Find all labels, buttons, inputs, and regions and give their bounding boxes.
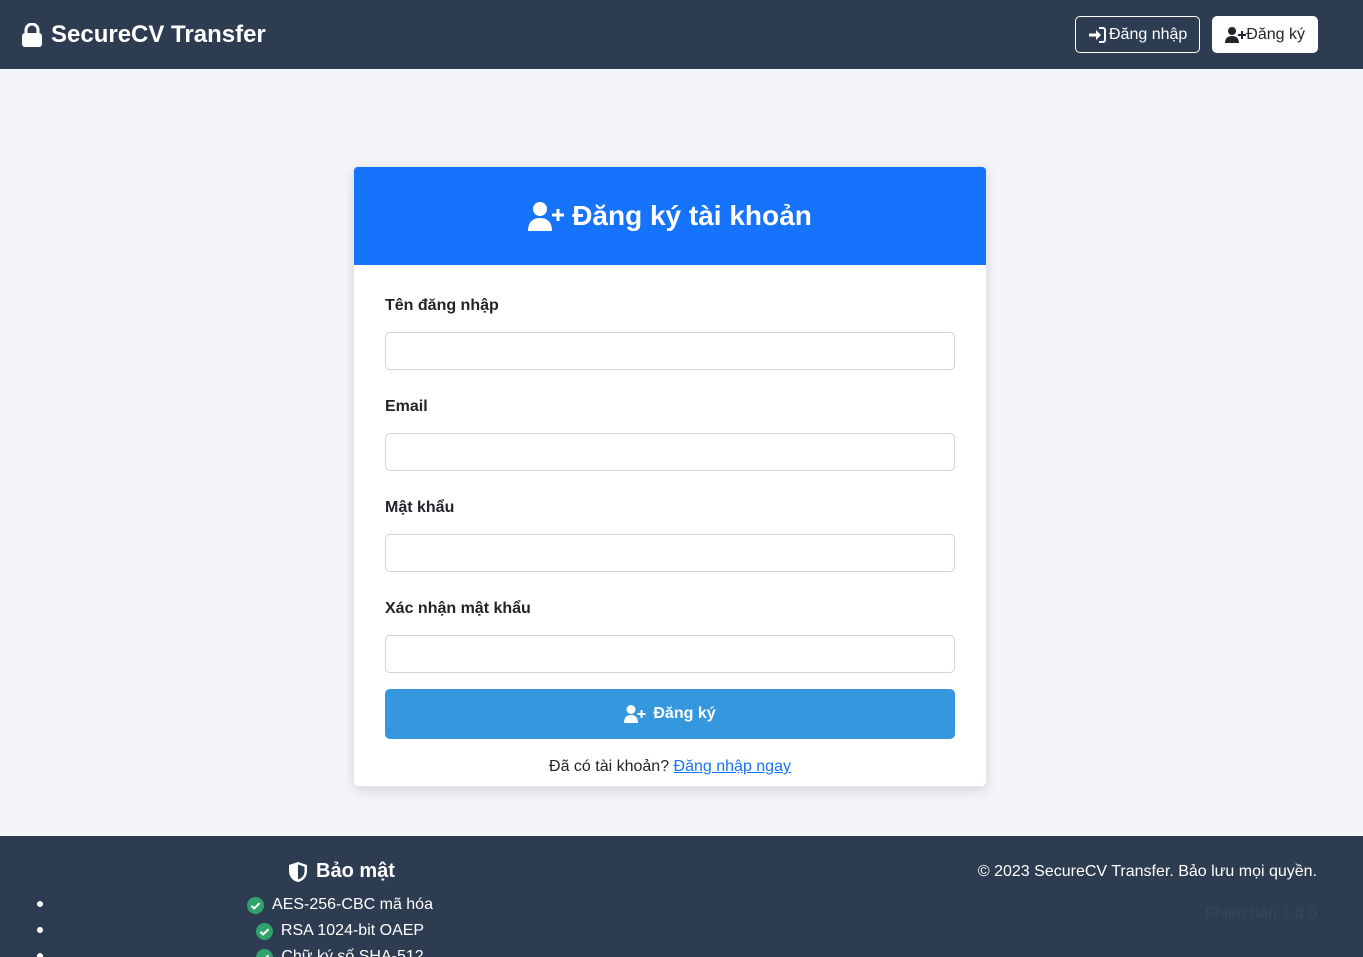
username-input[interactable] — [385, 332, 955, 370]
user-plus-icon — [1225, 26, 1247, 43]
security-title-text: Bảo mật — [316, 860, 395, 882]
register-button[interactable]: Đăng ký — [1212, 16, 1318, 53]
security-item-text: Chữ ký số SHA-512 — [281, 948, 424, 957]
register-card: Đăng ký tài khoản Tên đăng nhập Email Mậ… — [353, 166, 987, 787]
security-item-text: AES-256-CBC mã hóa — [272, 896, 433, 913]
lock-icon — [21, 22, 43, 47]
password-input[interactable] — [385, 534, 955, 572]
confirm-password-label: Xác nhận mật khẩu — [385, 600, 531, 617]
nav-actions: Đăng nhập Đăng ký — [1075, 16, 1318, 53]
check-circle-icon — [247, 896, 265, 914]
email-input[interactable] — [385, 433, 955, 471]
copyright-text: © 2023 SecureCV Transfer. Bảo lưu mọi qu… — [977, 863, 1317, 880]
card-title: Đăng ký tài khoản — [572, 200, 812, 231]
user-plus-icon — [624, 705, 646, 723]
brand-name: SecureCV Transfer — [51, 20, 266, 48]
password-label: Mật khẩu — [385, 499, 455, 516]
security-item-text: RSA 1024-bit OAEP — [280, 922, 425, 939]
login-prompt: Đã có tài khoản? Đăng nhập ngay — [385, 758, 955, 776]
check-circle-icon — [255, 922, 273, 940]
login-now-link[interactable]: Đăng nhập ngay — [674, 758, 791, 775]
footer: Bảo mật AES-256-CBC mã hóa RSA 1024-bit … — [0, 836, 1363, 957]
card-header: Đăng ký tài khoản — [354, 167, 986, 265]
security-item: AES-256-CBC mã hóa — [0, 892, 680, 918]
login-prompt-text: Đã có tài khoản? — [549, 758, 670, 775]
sign-in-icon — [1088, 26, 1106, 43]
register-form: Tên đăng nhập Email Mật khẩu Xác nhận mậ… — [354, 265, 986, 776]
username-label: Tên đăng nhập — [385, 297, 499, 314]
login-button-label: Đăng nhập — [1109, 25, 1188, 43]
brand-link[interactable]: SecureCV Transfer — [21, 21, 266, 49]
security-title: Bảo mật — [288, 860, 395, 883]
version-text: Phiên bản 1.0.0 — [1204, 905, 1317, 922]
register-button-label: Đăng ký — [1246, 25, 1305, 43]
check-circle-icon — [256, 948, 274, 957]
login-button[interactable]: Đăng nhập — [1075, 16, 1201, 53]
email-label: Email — [385, 398, 428, 415]
security-item: RSA 1024-bit OAEP — [0, 918, 680, 944]
submit-register-button[interactable]: Đăng ký — [385, 689, 955, 739]
navbar: SecureCV Transfer Đăng nhập Đăng ký — [0, 0, 1363, 69]
submit-register-label: Đăng ký — [653, 705, 716, 722]
security-list: AES-256-CBC mã hóa RSA 1024-bit OAEP Chữ… — [0, 892, 700, 957]
confirm-password-input[interactable] — [385, 635, 955, 673]
shield-icon — [288, 861, 308, 883]
security-item: Chữ ký số SHA-512 — [0, 944, 680, 957]
user-plus-icon — [528, 201, 565, 231]
